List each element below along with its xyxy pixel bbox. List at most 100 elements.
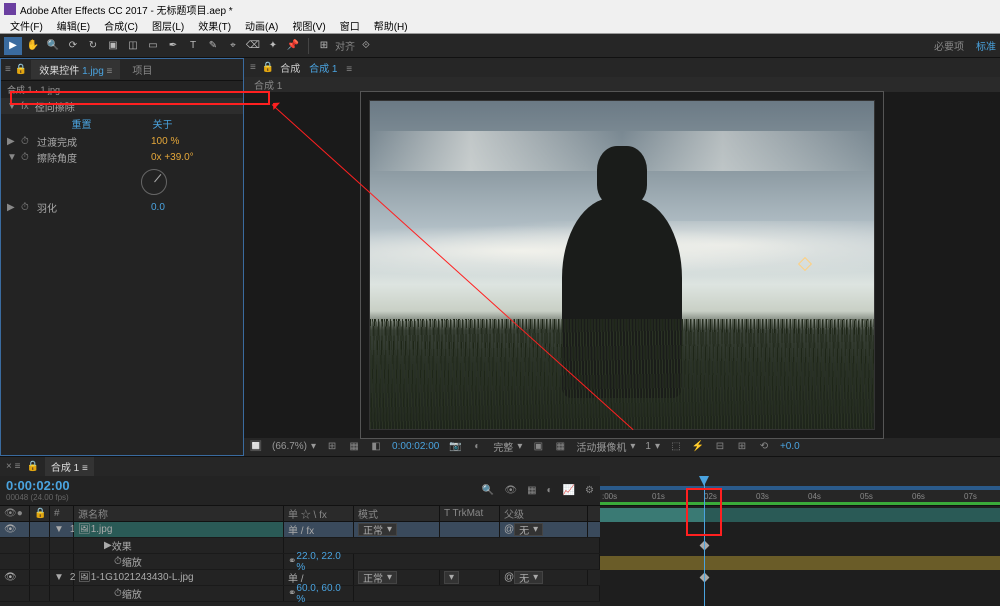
camera-dropdown[interactable]: 活动摄像机 ▾ [576, 439, 635, 454]
current-time[interactable]: 0:00:02:00 [392, 441, 439, 452]
feather-row[interactable]: ▶ ⏱ 羽化 0.0 [1, 199, 243, 215]
menu-animation[interactable]: 动画(A) [239, 17, 284, 34]
scale-value[interactable]: 60.0, 60.0 % [296, 583, 349, 605]
lock-icon[interactable]: 🔒 [15, 64, 27, 75]
prop-value[interactable]: 0x +39.0° [151, 152, 194, 163]
menu-layer[interactable]: 图层(L) [146, 17, 190, 34]
current-time-indicator[interactable] [704, 476, 705, 606]
hand-tool[interactable]: ✋ [24, 37, 42, 55]
stopwatch-icon[interactable]: ⏱ [114, 588, 122, 599]
fx-icon[interactable]: fx [21, 101, 29, 112]
current-timecode[interactable]: 0:00:02:00 [6, 478, 284, 493]
resolution-icon[interactable]: ⊞ [326, 441, 338, 453]
stopwatch-icon[interactable]: ⏱ [114, 556, 122, 567]
twirl-icon[interactable]: ▼ [54, 524, 64, 535]
panel-menu-icon[interactable]: ≡ [5, 64, 11, 75]
project-tab[interactable]: 项目 [124, 60, 160, 79]
text-tool[interactable]: T [184, 37, 202, 55]
layer-switches[interactable]: 单 / fx [284, 522, 354, 537]
stopwatch-icon[interactable]: ⏱ [21, 202, 31, 213]
parent-dropdown[interactable]: 无 ▾ [514, 571, 543, 584]
timeline-tab[interactable]: 合成 1 ≡ [45, 457, 94, 476]
timeline-tracks[interactable]: :00s 01s 02s 03s 04s 05s 06s 07s [600, 476, 1000, 606]
workspace-essential[interactable]: 必要项 [934, 38, 964, 53]
mask-tool[interactable]: ▭ [144, 37, 162, 55]
brush-tool[interactable]: ✎ [204, 37, 222, 55]
mask-icon[interactable]: ◧ [370, 441, 382, 453]
camera-tool[interactable]: ▣ [104, 37, 122, 55]
search-icon[interactable]: 🔍 [482, 485, 494, 496]
menu-file[interactable]: 文件(F) [4, 17, 49, 34]
wipe-angle-row[interactable]: ▼ ⏱ 擦除角度 0x +39.0° [1, 149, 243, 165]
visibility-icon[interactable]: 👁 [4, 524, 17, 535]
views-dropdown[interactable]: 1 ▾ [645, 441, 660, 452]
stopwatch-icon[interactable]: ⏱ [21, 152, 31, 163]
layer-scale-row[interactable]: ⏱ 缩放 ⚭ 60.0, 60.0 % [0, 586, 600, 602]
prop-value[interactable]: 100 % [151, 136, 179, 147]
viewer-canvas[interactable] [244, 92, 1000, 438]
menu-effect[interactable]: 效果(T) [192, 17, 237, 34]
pickwhip-icon[interactable]: @ [504, 524, 514, 535]
timeline-icon[interactable]: ⊟ [714, 441, 726, 453]
layer-bar[interactable] [600, 556, 1000, 570]
lock-icon[interactable]: 🔒 [26, 461, 38, 472]
align-icon[interactable]: ⟐ [357, 37, 375, 55]
graph-editor-icon[interactable]: 📈 [563, 485, 575, 496]
fast-preview-icon[interactable]: ⚡ [692, 441, 704, 453]
panel-menu-icon[interactable]: ≡ [250, 62, 256, 73]
panel-menu-icon[interactable]: × ≡ [6, 461, 20, 472]
layer-row[interactable]: 👁 ▼1 🖼 1.jpg 单 / fx 正常 ▾ @ 无 ▾ [0, 522, 600, 538]
zoom-tool[interactable]: 🔍 [44, 37, 62, 55]
blend-mode-dropdown[interactable]: 正常 ▾ [358, 571, 397, 584]
snap-icon[interactable]: ⊞ [315, 37, 333, 55]
zoom-dropdown[interactable]: (66.7%) ▾ [272, 441, 316, 452]
magnify-icon[interactable]: 🔲 [250, 441, 262, 453]
transparency-icon[interactable]: ▦ [554, 441, 566, 453]
selection-tool[interactable]: ▶ [4, 37, 22, 55]
channel-icon[interactable]: ◐ [471, 441, 483, 453]
angle-dial[interactable] [141, 169, 167, 195]
menu-window[interactable]: 窗口 [334, 17, 366, 34]
menu-composition[interactable]: 合成(C) [98, 17, 144, 34]
puppet-tool[interactable]: 📌 [284, 37, 302, 55]
exposure-value[interactable]: +0.0 [780, 441, 800, 452]
stopwatch-icon[interactable]: ⏱ [21, 136, 31, 147]
work-area-bar[interactable] [600, 486, 1000, 490]
roto-tool[interactable]: ✦ [264, 37, 282, 55]
transition-completion-row[interactable]: ▶ ⏱ 过渡完成 100 % [1, 133, 243, 149]
lock-icon[interactable]: 🔒 [262, 62, 274, 73]
menu-view[interactable]: 视图(V) [286, 17, 331, 34]
twirl-icon[interactable]: ▶ [7, 136, 15, 147]
twirl-icon[interactable]: ▼ [7, 152, 15, 163]
twirl-icon[interactable]: ▼ [54, 572, 64, 583]
constrain-icon[interactable]: ⚭ [288, 588, 296, 599]
clone-tool[interactable]: ⌖ [224, 37, 242, 55]
visibility-icon[interactable]: 👁 [4, 572, 17, 583]
reset-link[interactable]: 重置 [72, 116, 92, 131]
effect-row[interactable]: ▼ fx 径向擦除 [1, 98, 243, 114]
eraser-tool[interactable]: ⌫ [244, 37, 262, 55]
col-sourcename[interactable]: 源名称 [74, 506, 284, 521]
reset-exposure-icon[interactable]: ⟲ [758, 441, 770, 453]
layer-scale-row[interactable]: ⏱ 缩放 ⚭ 22.0, 22.0 % [0, 554, 600, 570]
frame-blend-icon[interactable]: ▦ [527, 485, 536, 496]
rotate-tool[interactable]: ↻ [84, 37, 102, 55]
brainstorm-icon[interactable]: ⚙ [585, 485, 594, 496]
trkmat-dropdown[interactable]: ▾ [444, 571, 459, 584]
menu-help[interactable]: 帮助(H) [368, 17, 414, 34]
shy-icon[interactable]: 👁 [504, 485, 517, 496]
constrain-icon[interactable]: ⚭ [288, 556, 296, 567]
time-ruler[interactable]: :00s 01s 02s 03s 04s 05s 06s 07s [600, 476, 1000, 506]
pen-tool[interactable]: ✒ [164, 37, 182, 55]
blend-mode-dropdown[interactable]: 正常 ▾ [358, 523, 397, 536]
flowchart-icon[interactable]: ⊞ [736, 441, 748, 453]
twirl-icon[interactable]: ▶ [7, 202, 15, 213]
pan-behind-tool[interactable]: ◫ [124, 37, 142, 55]
pixel-aspect-icon[interactable]: ⬚ [670, 441, 682, 453]
pickwhip-icon[interactable]: @ [504, 572, 514, 583]
quality-dropdown[interactable]: 完整 ▾ [493, 439, 522, 454]
menu-edit[interactable]: 编辑(E) [51, 17, 96, 34]
workspace-standard[interactable]: 标准 [976, 38, 996, 53]
about-link[interactable]: 关于 [153, 116, 173, 131]
grid-icon[interactable]: ▦ [348, 441, 360, 453]
